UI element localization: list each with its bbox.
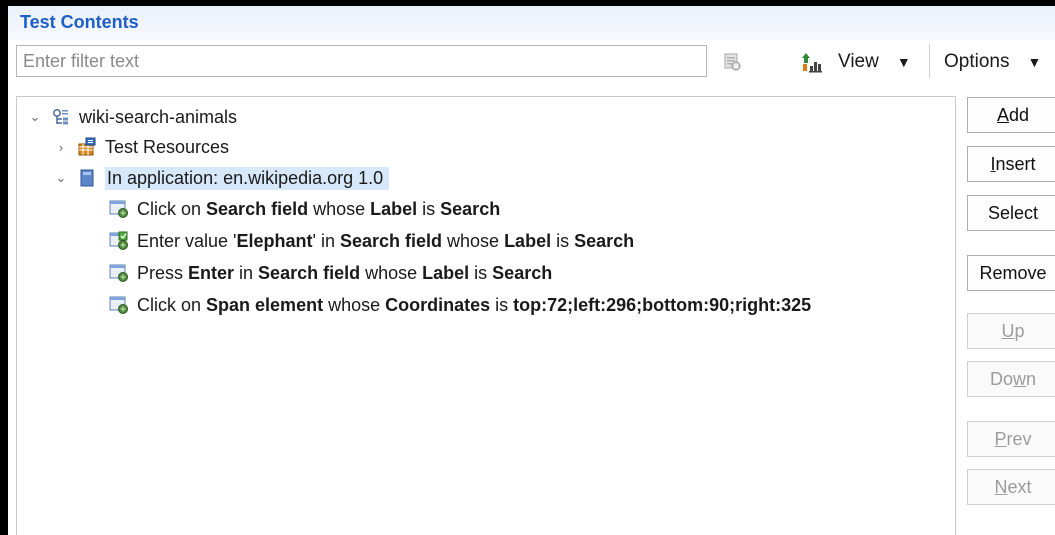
application-icon bbox=[80, 169, 94, 187]
test-contents-panel: Test Contents View ▼ Options ▼ ⌄ bbox=[0, 0, 1055, 535]
tree-node-test-resources[interactable]: › Test Resources bbox=[53, 132, 229, 162]
button-label-part: dd bbox=[1008, 105, 1030, 125]
button-label-part: Select bbox=[987, 203, 1039, 223]
button-mnemonic: w bbox=[1013, 369, 1026, 389]
button-label-part: Do bbox=[989, 369, 1013, 389]
down-button[interactable]: Down bbox=[967, 361, 1055, 397]
step-text: Click on bbox=[137, 198, 207, 219]
step-text: ' in bbox=[312, 230, 340, 251]
step-text: whose bbox=[360, 262, 423, 283]
next-button[interactable]: Next bbox=[967, 469, 1055, 505]
insert-button[interactable]: Insert bbox=[967, 146, 1055, 182]
step-text: Enter value ' bbox=[137, 230, 237, 251]
remove-button[interactable]: Remove bbox=[967, 255, 1055, 291]
options-dropdown-arrow-icon: ▼ bbox=[1027, 54, 1042, 70]
test-step-row[interactable]: Click on Span element whose Coordinates … bbox=[109, 290, 811, 320]
step-keyword: Label bbox=[422, 262, 470, 283]
step-keyword: Elephant bbox=[236, 230, 313, 251]
web-action-icon bbox=[109, 264, 128, 282]
collapse-toggle-icon[interactable]: ⌄ bbox=[53, 170, 69, 186]
tree-node-label: wiki-search-animals bbox=[79, 106, 238, 127]
step-keyword: Span element bbox=[206, 294, 324, 315]
window-border-left bbox=[0, 0, 8, 535]
section-title: Test Contents bbox=[20, 12, 139, 32]
step-keyword: Search bbox=[492, 262, 553, 283]
filter-input[interactable] bbox=[16, 45, 707, 77]
tree-node-application[interactable]: ⌄ In application: en.wikipedia.org 1.0 bbox=[53, 163, 390, 193]
enter-value-icon bbox=[109, 231, 128, 250]
test-step-row[interactable]: Press Enter in Search field whose Label … bbox=[109, 258, 552, 288]
button-label-part: n bbox=[1026, 369, 1037, 389]
step-text: whose bbox=[308, 198, 371, 219]
collapse-toggle-icon[interactable]: ⌄ bbox=[27, 109, 43, 125]
tree-node-label: In application: en.wikipedia.org 1.0 bbox=[105, 166, 390, 190]
view-dropdown-arrow-icon: ▼ bbox=[896, 54, 911, 70]
test-step-label: Click on Search field whose Label is Sea… bbox=[137, 199, 500, 220]
step-keyword: Search field bbox=[258, 262, 361, 283]
test-step-label: Click on Span element whose Coordinates … bbox=[137, 295, 811, 316]
button-label-part: nsert bbox=[995, 154, 1036, 174]
step-keyword: Search field bbox=[206, 198, 309, 219]
expand-toggle-icon[interactable]: › bbox=[53, 140, 69, 155]
button-mnemonic: A bbox=[996, 105, 1009, 125]
view-label: View bbox=[838, 51, 879, 72]
step-keyword: top:72;left:296;bottom:90;right:325 bbox=[513, 294, 812, 315]
add-button[interactable]: Add bbox=[967, 97, 1055, 133]
clear-filter-icon[interactable] bbox=[722, 52, 742, 72]
test-step-label: Press Enter in Search field whose Label … bbox=[137, 263, 552, 284]
test-tree[interactable]: ⌄ wiki-search-animals › Test Resources ⌄… bbox=[16, 96, 956, 535]
up-button[interactable]: Up bbox=[967, 313, 1055, 349]
step-keyword: Enter bbox=[188, 262, 235, 283]
view-icon bbox=[802, 53, 822, 73]
step-text: in bbox=[234, 262, 259, 283]
step-text: is bbox=[551, 230, 575, 251]
toolbar-separator bbox=[929, 44, 930, 78]
step-keyword: Label bbox=[504, 230, 552, 251]
step-text: Press bbox=[137, 262, 189, 283]
button-label-part: Remove bbox=[979, 263, 1047, 283]
tree-node-label: Test Resources bbox=[105, 136, 230, 157]
step-keyword: Coordinates bbox=[385, 294, 491, 315]
options-menu-button[interactable]: Options ▼ bbox=[944, 45, 1055, 79]
step-text: is bbox=[417, 198, 441, 219]
resources-icon bbox=[78, 137, 96, 156]
step-keyword: Label bbox=[370, 198, 418, 219]
select-button[interactable]: Select bbox=[967, 195, 1055, 231]
test-step-row[interactable]: Enter value 'Elephant' in Search field w… bbox=[109, 226, 634, 256]
web-action-icon bbox=[109, 200, 128, 218]
button-mnemonic: N bbox=[994, 477, 1008, 497]
web-action-icon bbox=[109, 296, 128, 314]
test-step-label: Enter value 'Elephant' in Search field w… bbox=[137, 231, 634, 252]
step-keyword: Search field bbox=[339, 230, 443, 251]
step-text: Click on bbox=[137, 294, 207, 315]
prev-button[interactable]: Prev bbox=[967, 421, 1055, 457]
step-text: is bbox=[469, 262, 493, 283]
button-mnemonic: U bbox=[1001, 321, 1015, 341]
button-label-part: rev bbox=[1006, 429, 1032, 449]
step-text: whose bbox=[323, 294, 386, 315]
test-step-row[interactable]: Click on Search field whose Label is Sea… bbox=[109, 194, 500, 224]
button-label-part: ext bbox=[1007, 477, 1032, 497]
test-suite-icon bbox=[53, 109, 68, 125]
button-mnemonic: P bbox=[994, 429, 1007, 449]
step-text: is bbox=[490, 294, 514, 315]
step-keyword: Search bbox=[440, 198, 501, 219]
button-label-part: p bbox=[1014, 321, 1025, 341]
step-text: whose bbox=[442, 230, 505, 251]
tree-node-root[interactable]: ⌄ wiki-search-animals bbox=[27, 102, 238, 132]
step-keyword: Search bbox=[574, 230, 635, 251]
view-menu-button[interactable]: View ▼ bbox=[798, 45, 928, 79]
options-label: Options bbox=[944, 51, 1010, 72]
section-header[interactable]: Test Contents bbox=[8, 6, 1055, 40]
